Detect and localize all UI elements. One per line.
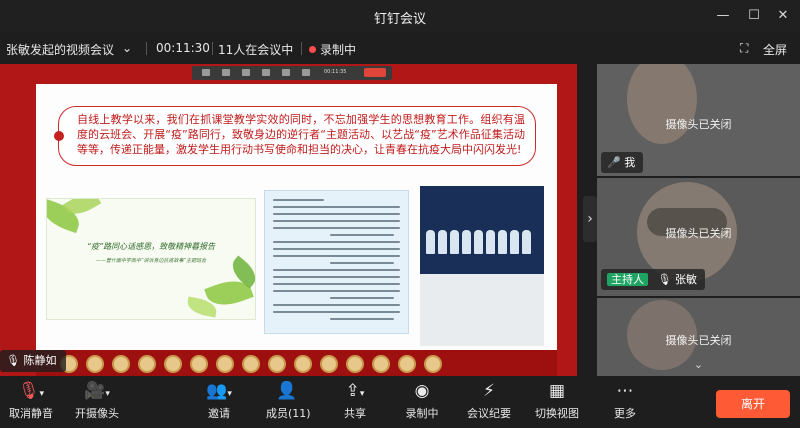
speaker-name: 陈静如: [23, 354, 57, 367]
invite-label: 邀请: [208, 407, 230, 420]
participant-panel: 摄像头已关闭 🎤 我 摄像头已关闭 主持人 🎙 张敏 摄像头已关闭 ⌄: [597, 64, 800, 376]
divider: [301, 42, 302, 55]
slide: 自线上教学以来，我们在抓课堂教学实效的同时，不忘加强学生的思想教育工作。组织有温…: [36, 84, 557, 350]
bottom-toolbar: 🎙▾ 取消静音 🎥▾ 开摄像头 👥▾ 邀请 👤 成员(11) ⇪▾ 共享 ◉ 录…: [0, 376, 800, 428]
meeting-name[interactable]: 张敏发起的视频会议: [6, 41, 114, 58]
chevron-down-icon[interactable]: ⌄: [597, 358, 800, 371]
window-title: 钉钉会议: [373, 12, 426, 27]
shared-mini-toolbar: 00:11:35: [192, 66, 392, 80]
recording-label: 录制中: [320, 43, 357, 57]
participant-tag: 主持人 🎙 张敏: [601, 269, 705, 290]
poster-text: [264, 190, 409, 334]
bullet-dot: [54, 131, 64, 141]
recording-button[interactable]: ◉ 录制中: [402, 380, 442, 426]
camera-off-label: 摄像头已关闭: [665, 117, 732, 131]
camera-off-label: 摄像头已关闭: [665, 227, 732, 241]
ai-minutes-icon: ⚡: [483, 381, 495, 401]
recording-icon: ◉: [414, 381, 430, 401]
participant-name: 我: [624, 156, 636, 169]
camera-label: 开摄像头: [75, 407, 119, 420]
divider: [146, 42, 147, 55]
microphone-icon: 🎙: [657, 273, 672, 286]
camera-off-label: 摄像头已关闭: [665, 334, 732, 348]
mic-muted-icon: 🎙▾: [17, 381, 45, 401]
attendee-count: 11人在会议中: [218, 43, 294, 57]
switch-view-button[interactable]: ▦ 切换视图: [534, 380, 580, 426]
mini-toolbar-time: 00:11:35: [324, 69, 347, 75]
more-label: 更多: [614, 407, 636, 420]
poster-photo: [420, 186, 544, 346]
poster-green: “疫”路同心话感恩，致敬精神暮报告 ——营什面中学高中“讲诉身边抗疫故事”主题班…: [46, 198, 256, 320]
poster-subtitle: ——营什面中学高中“讲诉身边抗疫故事”主题班会: [95, 258, 207, 264]
poster-title: “疫”路同心话感恩，致敬精神暮报告: [86, 242, 216, 251]
more-icon: ⋯: [616, 381, 634, 401]
active-speaker-tag: 🎙 陈静如: [0, 350, 67, 372]
participant-tile[interactable]: 摄像头已关闭 🎤 我: [597, 64, 800, 176]
participant-tile[interactable]: 摄像头已关闭 主持人 🎙 张敏: [597, 178, 800, 296]
share-label: 共享: [344, 407, 366, 420]
share-screen-icon: ⇪▾: [345, 381, 365, 401]
recording-label: 录制中: [405, 407, 439, 420]
leave-button[interactable]: 离开: [716, 390, 790, 418]
members-label: 成员(11): [266, 407, 311, 420]
camera-button[interactable]: 🎥▾ 开摄像头: [72, 380, 122, 426]
invite-button[interactable]: 👥▾ 邀请: [204, 380, 234, 426]
mic-muted-icon: 🎤: [607, 156, 621, 169]
minutes-button[interactable]: ⚡ 会议纪要: [466, 380, 512, 426]
participant-name: 张敏: [674, 273, 697, 286]
slide-text: 自线上教学以来，我们在抓课堂教学实效的同时，不忘加强学生的思想教育工作。组织有温…: [77, 113, 525, 156]
chevron-right-icon: ›: [587, 211, 593, 227]
unmute-label: 取消静音: [9, 407, 53, 420]
recording-status: 录制中: [309, 41, 356, 58]
meeting-window: 钉钉会议 — ☐ ✕ 张敏发起的视频会议 ⌄ 00:11:30 11人在会议中 …: [0, 0, 800, 428]
sketch-illustration: [420, 274, 544, 346]
shared-screen: 00:11:35 自线上教学以来，我们在抓课堂教学实效的同时，不忘加强学生的思想…: [0, 64, 577, 376]
fullscreen-button[interactable]: 全屏: [763, 41, 787, 58]
maximize-icon[interactable]: ☐: [743, 6, 765, 26]
divider: [212, 42, 213, 55]
close-icon[interactable]: ✕: [772, 6, 794, 26]
participant-tag: 🎤 我: [601, 152, 644, 173]
unmute-button[interactable]: 🎙▾ 取消静音: [6, 380, 56, 426]
invite-icon: 👥▾: [206, 381, 232, 401]
members-icon: 👤: [276, 381, 298, 401]
share-button[interactable]: ⇪▾ 共享: [340, 380, 370, 426]
grid-icon: ▦: [548, 381, 566, 401]
recording-dot-icon: [309, 46, 316, 53]
more-button[interactable]: ⋯ 更多: [610, 380, 640, 426]
elapsed-time: 00:11:30: [156, 41, 210, 55]
chevron-down-icon[interactable]: ⌄: [122, 41, 132, 55]
minutes-label: 会议纪要: [467, 407, 511, 420]
host-badge: 主持人: [607, 273, 648, 286]
meeting-info-bar: 张敏发起的视频会议 ⌄ 00:11:30 11人在会议中 录制中 ⛶ 全屏: [0, 32, 800, 64]
participant-tile[interactable]: 摄像头已关闭 ⌄: [597, 298, 800, 376]
slide-callout: 自线上教学以来，我们在抓课堂教学实效的同时，不忘加强学生的思想教育工作。组织有温…: [54, 106, 536, 166]
fullscreen-icon[interactable]: ⛶: [740, 41, 748, 56]
collapse-panel-button[interactable]: ›: [583, 196, 597, 242]
title-bar: 钉钉会议 — ☐ ✕: [0, 0, 800, 32]
minimize-icon[interactable]: —: [712, 6, 734, 26]
microphone-icon: 🎙: [6, 354, 20, 367]
switch-view-label: 切换视图: [535, 407, 579, 420]
members-button[interactable]: 👤 成员(11): [266, 380, 311, 426]
stop-share-button: [364, 68, 386, 77]
camera-off-icon: 🎥▾: [84, 381, 110, 401]
